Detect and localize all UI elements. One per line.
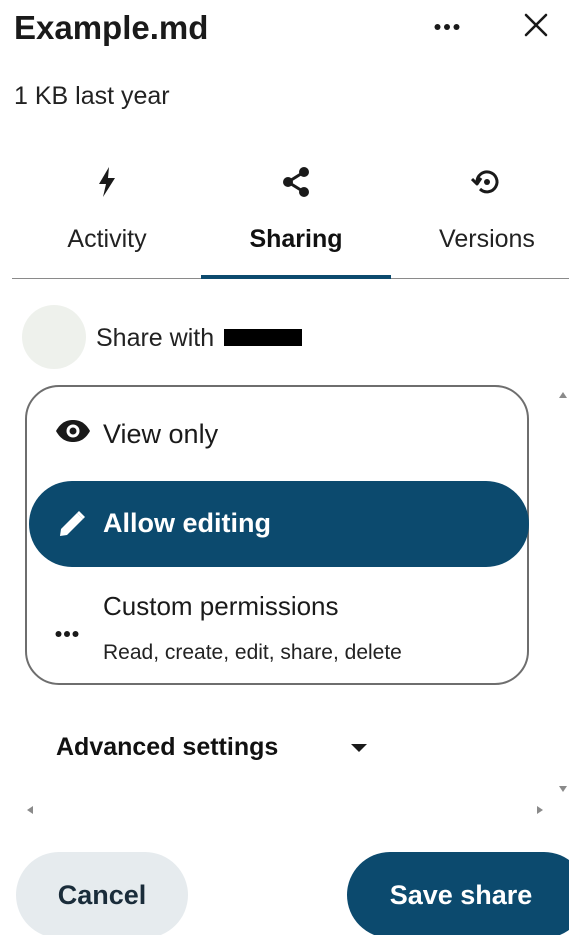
- close-icon: [524, 13, 548, 42]
- sharing-panel: Example.md 1 KB last year Activity Shari…: [0, 0, 569, 935]
- permission-custom-label: Custom permissions: [103, 591, 339, 621]
- tab-versions[interactable]: Versions: [392, 150, 569, 278]
- scroll-left-arrow-icon[interactable]: [26, 802, 34, 820]
- more-horizontal-icon: [55, 625, 79, 643]
- more-actions-button[interactable]: [426, 10, 468, 44]
- advanced-settings-toggle[interactable]: Advanced settings: [56, 728, 386, 768]
- avatar: [22, 305, 86, 369]
- save-share-button-label: Save share: [389, 880, 533, 910]
- tab-bar: Activity Sharing Versions: [12, 150, 569, 279]
- cancel-button-label: Cancel: [57, 879, 147, 910]
- redacted-recipient: [224, 328, 303, 346]
- tab-activity-label: Activity: [67, 225, 147, 253]
- tab-versions-label: Versions: [439, 225, 535, 253]
- scroll-up-arrow-icon[interactable]: [558, 386, 568, 404]
- caret-down-icon: [350, 740, 368, 758]
- file-title: Example.md: [14, 9, 209, 46]
- close-button[interactable]: [515, 8, 557, 46]
- share-with-text: Share with: [96, 324, 215, 352]
- pencil-icon: [57, 509, 87, 544]
- save-share-button[interactable]: Save share: [347, 852, 569, 935]
- permission-options: View only Allow editing Custom permissio…: [25, 385, 529, 685]
- permission-custom-description: Read, create, edit, share, delete: [103, 641, 402, 664]
- advanced-settings-label: Advanced settings: [56, 733, 279, 761]
- share-with-row: Share with: [22, 305, 542, 371]
- cancel-button[interactable]: Cancel: [16, 852, 188, 935]
- permission-custom[interactable]: Custom permissions Read, create, edit, s…: [27, 583, 527, 679]
- file-meta: 1 KB last year: [14, 82, 170, 110]
- more-horizontal-icon: [434, 18, 460, 36]
- share-icon: [201, 162, 391, 202]
- history-icon: [392, 162, 569, 202]
- tab-sharing[interactable]: Sharing: [201, 150, 391, 279]
- permission-allow-editing-label: Allow editing: [103, 508, 271, 538]
- lightning-icon: [12, 162, 202, 202]
- eye-icon: [55, 419, 91, 448]
- permission-view-only[interactable]: View only: [27, 405, 527, 465]
- permission-view-only-label: View only: [103, 419, 219, 449]
- tab-sharing-label: Sharing: [249, 225, 343, 253]
- scroll-down-arrow-icon[interactable]: [558, 780, 568, 798]
- permission-allow-editing[interactable]: Allow editing: [29, 481, 529, 567]
- share-with-label: Share with: [96, 321, 303, 355]
- tab-activity[interactable]: Activity: [12, 150, 202, 278]
- scroll-right-arrow-icon[interactable]: [536, 802, 544, 820]
